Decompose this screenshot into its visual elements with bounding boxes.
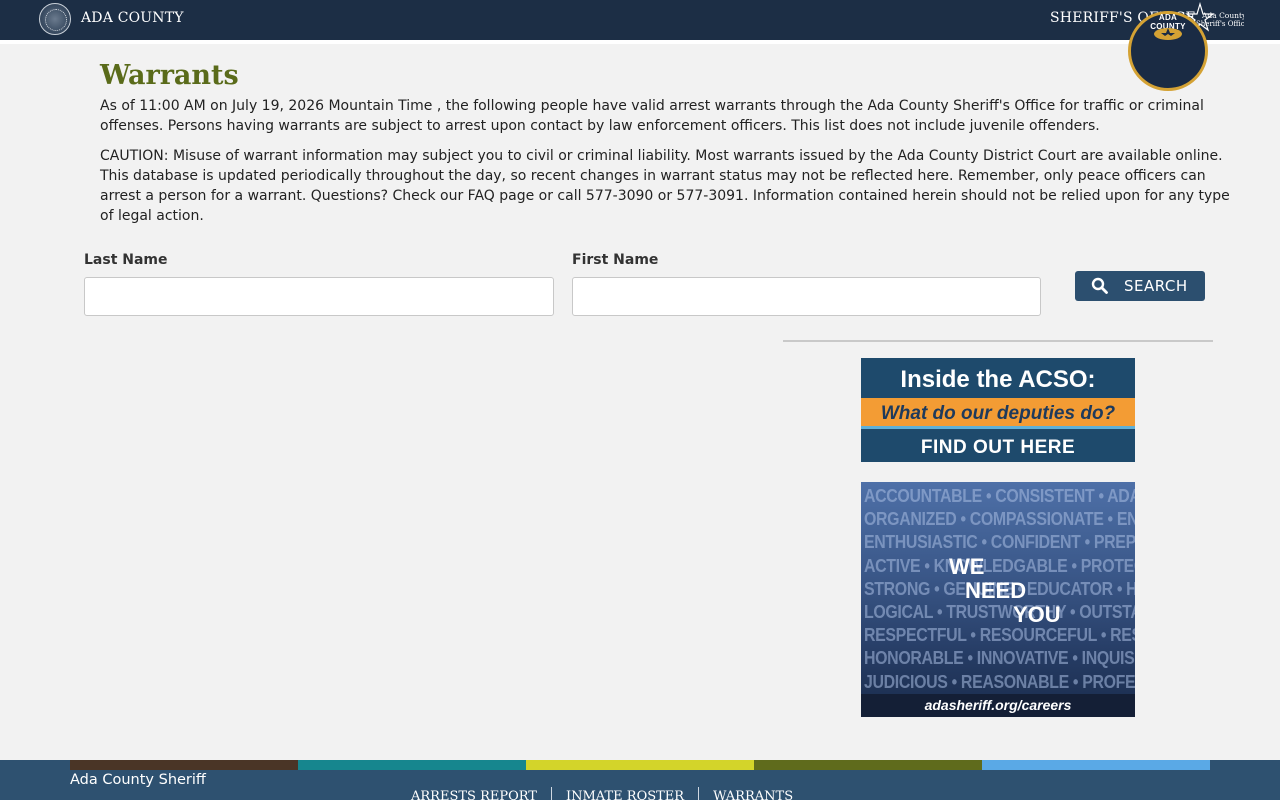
search-icon	[1091, 277, 1108, 294]
banner-word-line: HONORABLE • INNOVATIVE • INQUISITIVE	[864, 647, 1135, 669]
search-button-label: SEARCH	[1124, 277, 1188, 295]
first-name-label: First Name	[572, 252, 659, 268]
footer-separator	[550, 787, 552, 800]
sidebar-divider	[783, 340, 1213, 342]
banner-word-line: ORGANIZED • COMPASSIONATE • ENERGETIC	[864, 508, 1135, 530]
banner-word-line: JUDICIOUS • REASONABLE • PROFESSIONAL	[864, 670, 1135, 692]
intro-paragraph: As of 11:00 AM on July 19, 2026 Mountain…	[100, 98, 1204, 134]
footer-link-arrests-report[interactable]: ARRESTS REPORT	[411, 789, 537, 800]
inside-acso-banner[interactable]: Inside the ACSO: What do our deputies do…	[861, 358, 1135, 462]
banner-need-text: NEED	[965, 578, 1027, 603]
banner-word-line: ACCOUNTABLE • CONSISTENT • ADAPTABLE	[864, 485, 1135, 506]
footer-stripe-teal	[298, 760, 526, 770]
footer-stripe-brown	[70, 760, 298, 770]
last-name-label: Last Name	[84, 252, 168, 268]
banner-acso-title: Inside the ACSO:	[900, 366, 1096, 393]
footer-stripe-yellow	[526, 760, 754, 770]
county-name-link[interactable]: ADA COUNTY	[81, 10, 184, 26]
footer: Ada County Sheriff ARRESTS REPORT INMATE …	[0, 760, 1280, 800]
footer-nav: ARRESTS REPORT INMATE ROSTER WARRANTS	[411, 787, 793, 800]
careers-banner[interactable]: ACCOUNTABLE • CONSISTENT • ADAPTABLE ORG…	[861, 482, 1135, 717]
banner-acso-cta: FIND OUT HERE	[920, 437, 1076, 458]
logo-text-line2: Sheriff's Office	[1196, 20, 1244, 28]
banner-you-text: YOU	[1013, 602, 1061, 627]
page-title: Warrants	[100, 60, 239, 91]
top-header-bar: ADA COUNTY SHERIFF'S OFFICE Ada County S…	[0, 0, 1280, 40]
search-button[interactable]: SEARCH	[1075, 271, 1205, 301]
footer-seal-emblem-icon	[1154, 28, 1182, 40]
county-seal-icon[interactable]	[39, 3, 71, 35]
first-name-input[interactable]	[572, 277, 1041, 316]
footer-link-inmate-roster[interactable]: INMATE ROSTER	[566, 789, 684, 800]
banner-careers-url: adasheriff.org/careers	[861, 694, 1135, 717]
banner-we-text: WE	[949, 554, 985, 579]
caution-paragraph: CAUTION: Misuse of warrant information m…	[100, 148, 1230, 224]
footer-title: Ada County Sheriff	[70, 772, 206, 788]
header-divider	[0, 40, 1280, 44]
logo-text-line1: Ada County	[1201, 11, 1244, 20]
banner-we-need-you: WE NEED YOU	[861, 548, 1135, 638]
footer-link-warrants[interactable]: WARRANTS	[713, 789, 793, 800]
footer-stripe-blue	[982, 760, 1210, 770]
last-name-input[interactable]	[84, 277, 554, 316]
banner-acso-subtitle: What do our deputies do?	[861, 398, 1135, 429]
footer-separator	[698, 787, 700, 800]
footer-stripe-olive	[754, 760, 982, 770]
